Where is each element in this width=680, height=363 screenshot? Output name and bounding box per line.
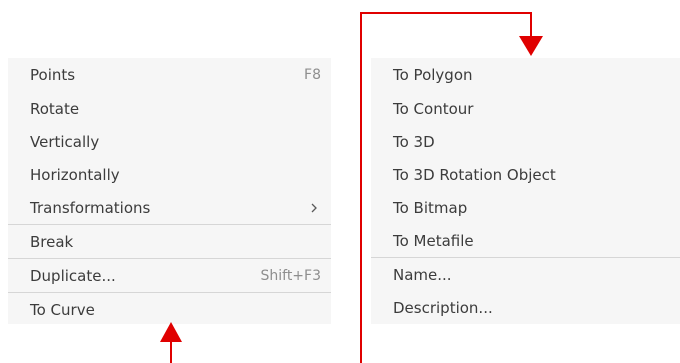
down-arrow-icon bbox=[519, 36, 543, 56]
annotation-overlay bbox=[160, 12, 543, 363]
screenshot-stage: Points F8 Rotate Vertically Horizontally… bbox=[0, 0, 680, 363]
up-arrow-icon bbox=[160, 322, 182, 342]
connector-line bbox=[360, 12, 532, 363]
